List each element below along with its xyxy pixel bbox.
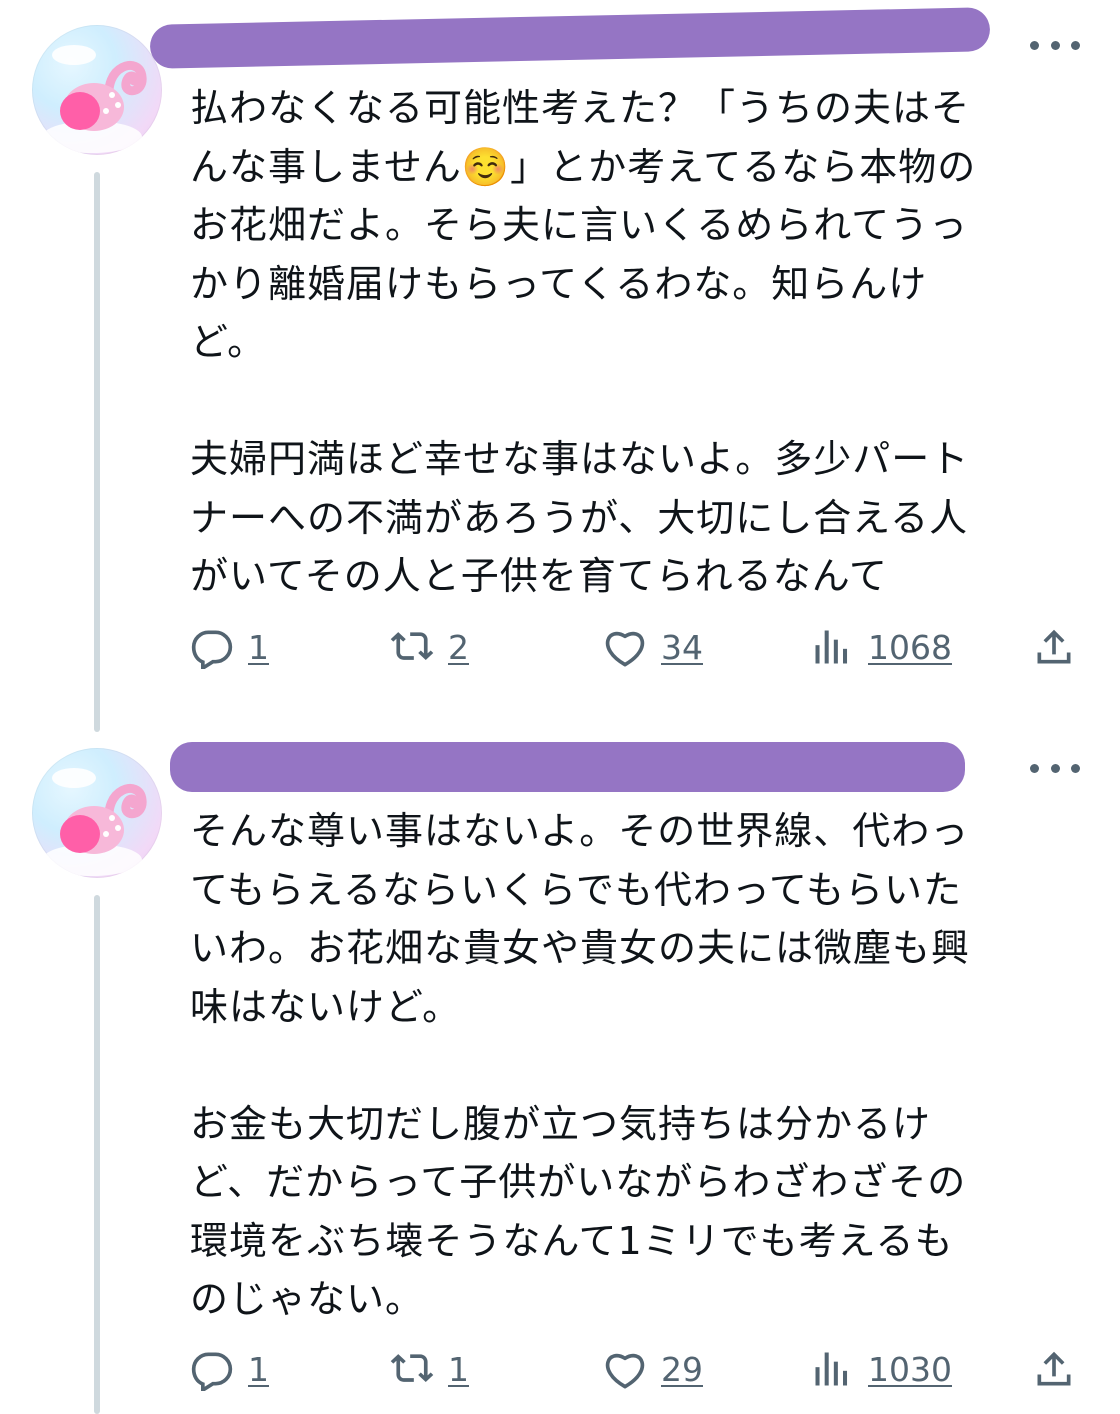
repost-icon bbox=[390, 632, 434, 661]
like-button[interactable]: 29 bbox=[603, 1339, 703, 1399]
like-button[interactable]: 34 bbox=[603, 617, 703, 677]
repost-button[interactable]: 2 bbox=[390, 617, 469, 677]
views-button[interactable]: 1068 bbox=[810, 617, 952, 677]
share-icon bbox=[1037, 1351, 1071, 1386]
reply-icon bbox=[191, 630, 233, 669]
repost-icon bbox=[390, 1354, 434, 1383]
tweet[interactable]: そんな尊い事はないよ。その世界線、代わっ てもらえるならいくらでも代わってもらい… bbox=[0, 720, 1120, 1414]
like-count: 34 bbox=[661, 627, 703, 667]
more-icon-dot bbox=[1050, 40, 1060, 50]
reply-button[interactable]: 1 bbox=[190, 617, 269, 677]
heart-icon bbox=[605, 1353, 645, 1389]
reply-button[interactable]: 1 bbox=[190, 1339, 269, 1399]
repost-button[interactable]: 1 bbox=[390, 1339, 469, 1399]
tweet-actions: 1 2 34 1068 bbox=[190, 617, 1080, 677]
reply-count: 1 bbox=[248, 627, 269, 667]
redacted-username bbox=[149, 7, 991, 69]
heart-icon bbox=[605, 631, 645, 667]
more-icon bbox=[1030, 40, 1039, 50]
views-button[interactable]: 1030 bbox=[810, 1339, 952, 1399]
avatar[interactable] bbox=[32, 748, 162, 878]
views-icon bbox=[815, 1352, 848, 1386]
more-icon-dot bbox=[1071, 763, 1080, 773]
tweet[interactable]: 払わなくなる可能性考えた？「うちの夫はそ んな事しません☺️」とか考えてるなら本… bbox=[0, 0, 1120, 720]
reply-count: 1 bbox=[248, 1349, 269, 1389]
more-icon bbox=[1030, 763, 1039, 773]
share-button[interactable] bbox=[1032, 1339, 1076, 1399]
repost-count: 2 bbox=[448, 627, 469, 667]
views-icon bbox=[815, 630, 848, 664]
like-count: 29 bbox=[661, 1349, 703, 1389]
avatar-image bbox=[42, 768, 147, 876]
avatar-image bbox=[42, 45, 147, 153]
share-icon bbox=[1037, 629, 1071, 664]
share-button[interactable] bbox=[1032, 617, 1076, 677]
redacted-username bbox=[170, 742, 965, 792]
tweet-text: 払わなくなる可能性考えた？「うちの夫はそ んな事しません☺️」とか考えてるなら本… bbox=[190, 86, 977, 598]
repost-count: 1 bbox=[448, 1349, 469, 1389]
more-button[interactable] bbox=[1030, 35, 1080, 55]
more-icon-dot bbox=[1071, 40, 1080, 50]
more-icon-dot bbox=[1050, 763, 1060, 773]
reply-icon bbox=[191, 1352, 233, 1391]
avatar[interactable] bbox=[32, 25, 162, 155]
views-count: 1068 bbox=[868, 627, 952, 667]
views-count: 1030 bbox=[868, 1349, 952, 1389]
tweet-actions: 1 1 29 1030 bbox=[190, 1339, 1080, 1399]
tweet-text: そんな尊い事はないよ。その世界線、代わっ てもらえるならいくらでも代わってもらい… bbox=[190, 809, 971, 1321]
more-button[interactable] bbox=[1030, 758, 1080, 778]
